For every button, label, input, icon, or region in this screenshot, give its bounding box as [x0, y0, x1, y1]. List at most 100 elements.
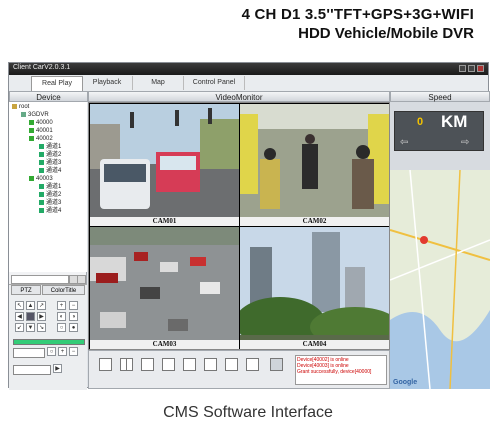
camera-icon	[39, 184, 44, 189]
tab-color-title[interactable]: ColorTitle	[42, 285, 85, 295]
zoom-out-icon[interactable]: −	[69, 301, 78, 310]
cam02-view[interactable]: CAM02	[240, 104, 389, 226]
device-panel: root 3GDVR 40000 40001 40002 通道1 通道2 通道3…	[9, 102, 87, 390]
layout-4-icon[interactable]	[120, 358, 133, 371]
tree-node-channel[interactable]: 通道1	[39, 144, 61, 151]
tree-node-channel[interactable]: 通道1	[39, 184, 61, 191]
camera-icon	[39, 200, 44, 205]
layout-16-icon[interactable]	[225, 358, 238, 371]
headline-line1: 4 CH D1 3.5''TFT+GPS+3G+WIFI	[241, 6, 474, 23]
device-icon	[29, 176, 34, 181]
focus-near-icon[interactable]: ◐	[57, 312, 66, 321]
left-arrow-icon[interactable]: ⇦	[400, 137, 408, 148]
headline-line2: HDD Vehicle/Mobile DVR	[298, 25, 474, 42]
ptz-down-left-icon[interactable]: ↙	[15, 323, 24, 332]
tab-map[interactable]: Map	[133, 76, 184, 90]
cam02-scene	[240, 104, 389, 217]
camera-icon	[39, 152, 44, 157]
ptz-up-icon[interactable]: ▲	[26, 301, 35, 310]
preset-delete-icon[interactable]: −	[69, 347, 78, 356]
tree-node-device[interactable]: 40002	[29, 136, 53, 143]
tab-control-panel[interactable]: Control Panel	[184, 76, 245, 90]
cam01-scene	[90, 104, 239, 217]
preset-go-icon[interactable]: ○	[47, 347, 56, 356]
camera-icon	[39, 192, 44, 197]
layout-13-icon[interactable]	[204, 358, 217, 371]
preset-select[interactable]	[13, 348, 45, 358]
camera-icon	[39, 208, 44, 213]
cam04-label: CAM04	[240, 340, 389, 349]
tree-node-channel[interactable]: 通道2	[39, 192, 61, 199]
cam02-label: CAM02	[240, 217, 389, 226]
preset-add-icon[interactable]: +	[58, 347, 67, 356]
tree-node-channel[interactable]: 通道4	[39, 168, 61, 175]
iris-close-icon[interactable]: ●	[69, 323, 78, 332]
tree-node-channel[interactable]: 通道3	[39, 160, 61, 167]
speed-panel: 0 KM ⇦ ⇨ Google	[390, 102, 490, 389]
iris-open-icon[interactable]: ○	[57, 323, 66, 332]
cruise-select[interactable]	[13, 365, 51, 375]
folder-icon	[12, 104, 17, 109]
ptz-panel: PTZ ColorTitle ↖ ▲ ↗ ◀ ▶ ↙ ▼ ↘ + − ◐ ◑ ○…	[9, 284, 87, 390]
layout-toolbar: Device[40002] is online Device[40003] is…	[88, 350, 390, 389]
layout-8-icon[interactable]	[162, 358, 175, 371]
main-tabs: Real Play Playback Map Control Panel	[9, 75, 488, 92]
ptz-down-right-icon[interactable]: ↘	[37, 323, 46, 332]
camera-icon	[39, 168, 44, 173]
tab-real-play[interactable]: Real Play	[31, 76, 83, 91]
layout-9-icon[interactable]	[183, 358, 196, 371]
window-title: Client CarV2.0.3.1	[13, 64, 71, 71]
device-tree: root 3GDVR 40000 40001 40002 通道1 通道2 通道3…	[9, 102, 87, 272]
tree-node-device[interactable]: 40003	[29, 176, 53, 183]
gps-map[interactable]: Google	[390, 170, 490, 389]
speedometer: 0 KM ⇦ ⇨	[394, 111, 484, 151]
caption: CMS Software Interface	[163, 404, 333, 421]
tree-search-input[interactable]	[11, 275, 69, 284]
tree-node-group[interactable]: 3GDVR	[21, 112, 49, 119]
cam03-view[interactable]: CAM03	[90, 227, 239, 349]
tree-node-device[interactable]: 40001	[29, 128, 53, 135]
cam01-view[interactable]: CAM01	[90, 104, 239, 226]
focus-far-icon[interactable]: ◑	[69, 312, 78, 321]
layout-1-icon[interactable]	[99, 358, 112, 371]
zoom-in-icon[interactable]: +	[57, 301, 66, 310]
minimize-icon[interactable]	[459, 65, 466, 72]
map-provider-logo: Google	[393, 379, 418, 386]
device-icon	[29, 120, 34, 125]
tree-node-channel[interactable]: 通道3	[39, 200, 61, 207]
title-bar: Client CarV2.0.3.1	[9, 63, 488, 75]
tree-node-channel[interactable]: 通道4	[39, 208, 61, 215]
device-icon	[29, 128, 34, 133]
close-icon[interactable]	[477, 65, 484, 72]
map-canvas	[390, 170, 490, 389]
layout-25-icon[interactable]	[246, 358, 259, 371]
cam04-view[interactable]: CAM04	[240, 227, 389, 349]
speed-panel-header: Speed	[390, 91, 490, 102]
status-log: Device[40002] is online Device[40003] is…	[295, 355, 387, 385]
camera-icon	[39, 160, 44, 165]
tree-node-channel[interactable]: 通道2	[39, 152, 61, 159]
video-panel-header: VideoMonitor	[88, 91, 390, 102]
ptz-up-right-icon[interactable]: ↗	[37, 301, 46, 310]
ptz-center-icon[interactable]	[26, 312, 35, 321]
right-arrow-icon[interactable]: ⇨	[461, 137, 469, 148]
cruise-run-icon[interactable]: ▶	[53, 364, 62, 373]
ptz-speed-slider[interactable]	[13, 339, 85, 345]
tree-node-root[interactable]: root	[12, 104, 29, 111]
ptz-down-icon[interactable]: ▼	[26, 323, 35, 332]
layout-6-icon[interactable]	[141, 358, 154, 371]
cms-app-window: Client CarV2.0.3.1 Real Play Playback Ma…	[8, 62, 490, 390]
fullscreen-icon[interactable]	[270, 358, 283, 371]
camera-icon	[39, 144, 44, 149]
video-monitor: CAM01 CAM02 CAM03 CAM04	[88, 102, 390, 350]
tree-node-device[interactable]: 40000	[29, 120, 53, 127]
tab-playback[interactable]: Playback	[82, 76, 133, 90]
cam04-scene	[240, 227, 389, 347]
ptz-up-left-icon[interactable]: ↖	[15, 301, 24, 310]
ptz-right-icon[interactable]: ▶	[37, 312, 46, 321]
ptz-left-icon[interactable]: ◀	[15, 312, 24, 321]
tab-ptz[interactable]: PTZ	[11, 285, 41, 295]
maximize-icon[interactable]	[468, 65, 475, 72]
cam03-label: CAM03	[90, 340, 239, 349]
scroll-right-icon[interactable]	[77, 275, 86, 284]
